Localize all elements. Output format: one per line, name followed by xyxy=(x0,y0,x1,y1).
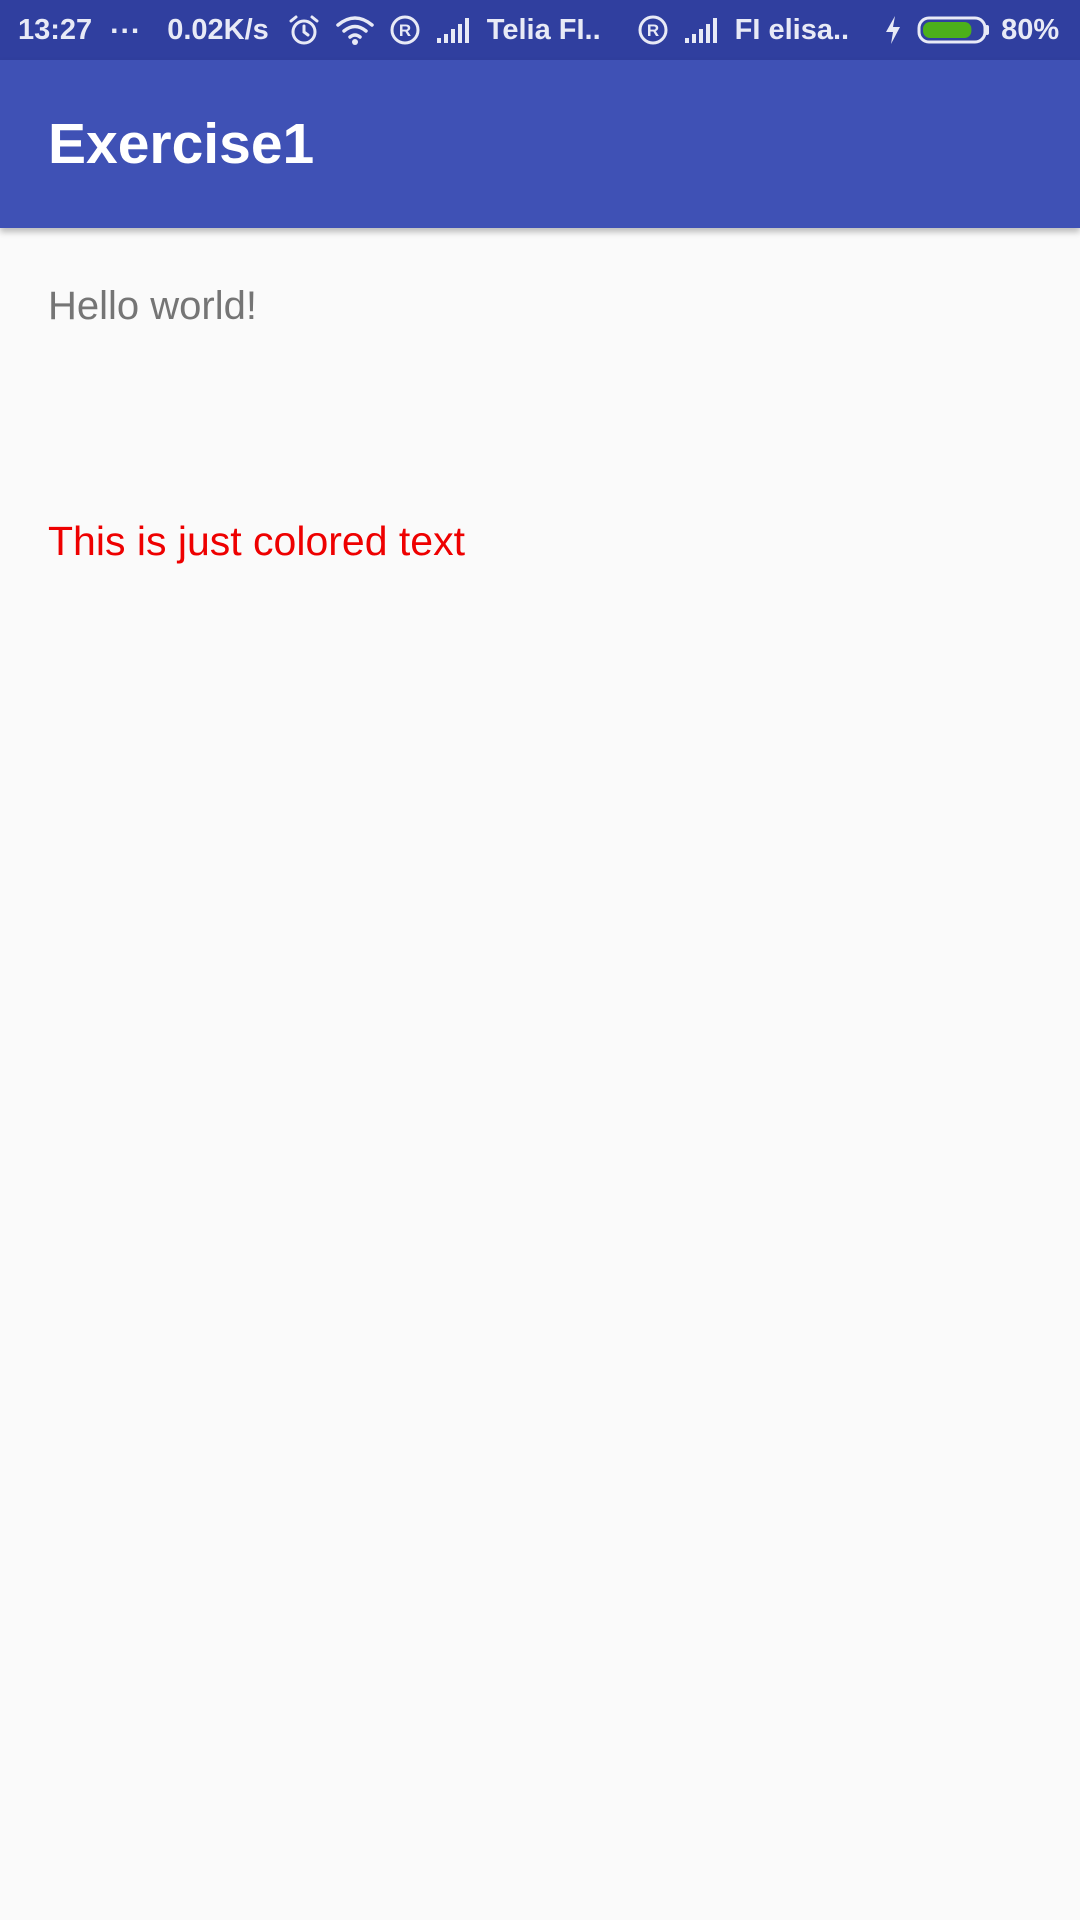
app-bar: Exercise1 xyxy=(0,60,1080,228)
colored-text: This is just colored text xyxy=(48,518,465,564)
alarm-icon xyxy=(287,13,321,47)
app-title: Exercise1 xyxy=(48,112,315,176)
battery-icon xyxy=(917,14,991,46)
signal-icon xyxy=(435,16,473,44)
roaming-icon: R xyxy=(637,14,669,46)
roaming-icon: R xyxy=(389,14,421,46)
svg-text:R: R xyxy=(399,21,411,40)
carrier-1-name: Telia FI.. xyxy=(486,13,601,46)
battery-percent: 80% xyxy=(1001,13,1060,46)
charging-icon xyxy=(883,14,903,46)
signal-icon xyxy=(683,16,721,44)
main-content: Hello world! This is just colored text xyxy=(0,228,1080,1920)
more-notifications-indicator: ... xyxy=(110,7,142,40)
svg-text:R: R xyxy=(647,21,659,40)
status-time: 13:27 xyxy=(18,13,93,46)
wifi-icon xyxy=(335,14,375,46)
carrier-2-name: FI elisa.. xyxy=(734,13,850,46)
status-bar: 13:27 ... 0.02K/s R Telia FI.. R FI elis… xyxy=(0,0,1080,60)
hello-text: Hello world! xyxy=(48,284,257,328)
network-speed: 0.02K/s xyxy=(167,13,269,46)
